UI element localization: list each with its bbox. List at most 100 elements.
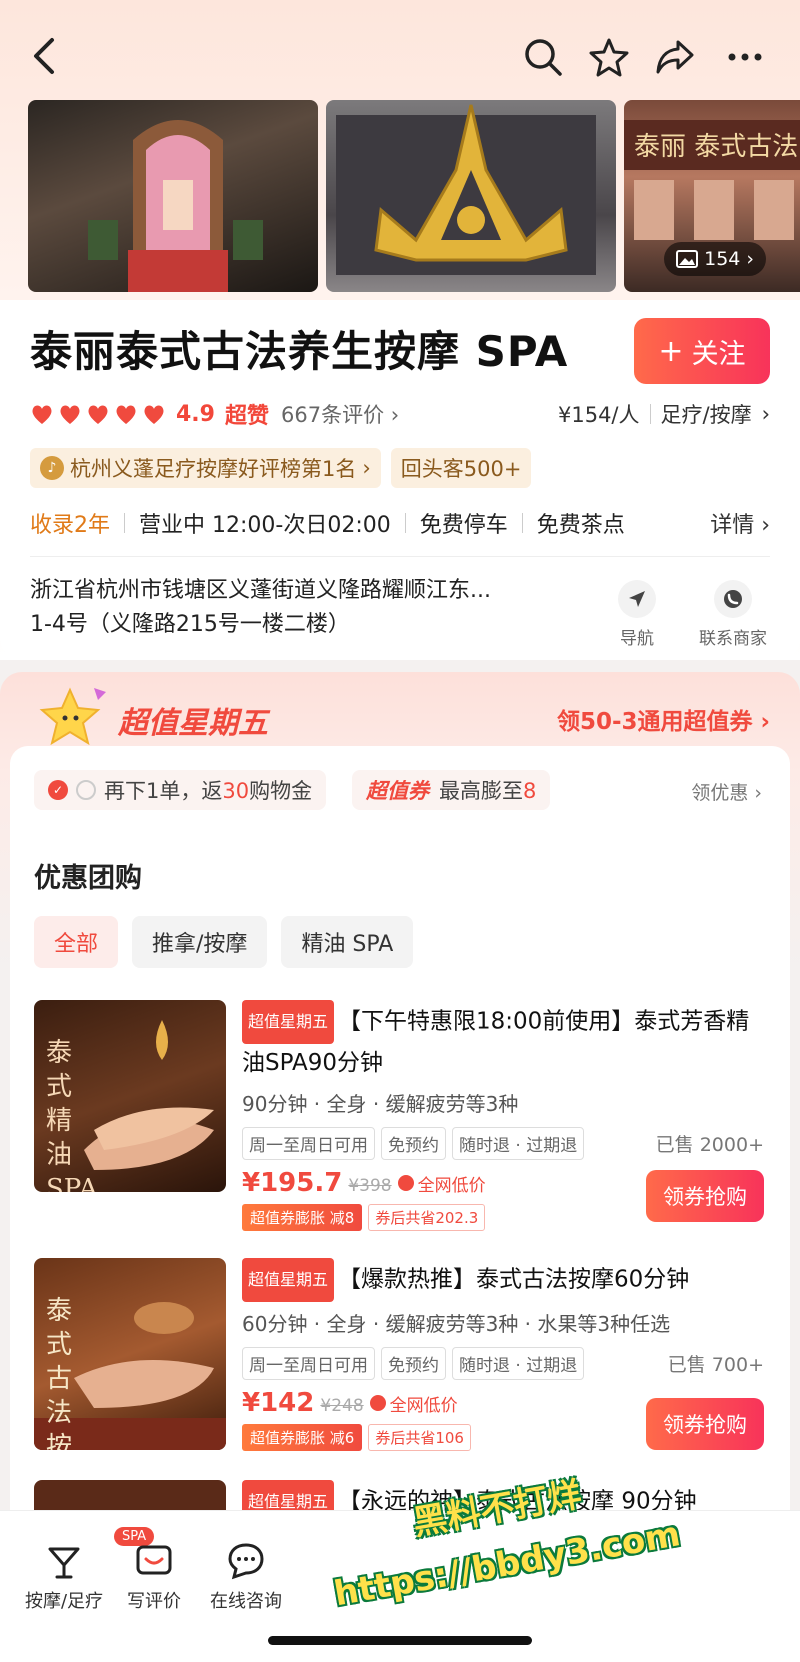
cashback-banner[interactable]: ✓ 再下1单，返30购物金 bbox=[34, 770, 327, 810]
share-icon[interactable] bbox=[654, 36, 696, 78]
cashback-suffix: 购物金 bbox=[249, 779, 313, 803]
rank-tag[interactable]: ♪ 杭州义蓬足疗按摩好评榜第1名 › bbox=[30, 448, 381, 488]
rating-hearts bbox=[30, 403, 166, 425]
heart-icon bbox=[32, 405, 52, 424]
navigate-button[interactable]: 导航 bbox=[592, 580, 682, 649]
circle-icon bbox=[76, 780, 96, 800]
deal-item[interactable]: 泰式精油SPA 超值星期五 【下午特惠限18:00前使用】泰式芳香精油SPA90分… bbox=[34, 1000, 764, 1231]
deal-price: ¥142 bbox=[242, 1388, 315, 1418]
price-category[interactable]: ¥154/人 足疗/按摩 › bbox=[558, 399, 770, 429]
plus-icon: + bbox=[658, 333, 684, 369]
photo-count-badge[interactable]: 154 › bbox=[664, 242, 766, 276]
navigation-icon bbox=[618, 580, 656, 618]
general-coupon-link[interactable]: 领50-3通用超值券 › bbox=[557, 702, 770, 736]
deal-title: 超值星期五 【爆款热推】泰式古法按摩60分钟 bbox=[242, 1258, 764, 1302]
address-line-1: 浙江省杭州市钱塘区义蓬街道义隆路耀顺江东... bbox=[30, 578, 491, 603]
rank-icon: ♪ bbox=[40, 456, 64, 480]
total-savings: 券后共省202.3 bbox=[368, 1204, 486, 1231]
super-coupon-amount: 8 bbox=[523, 779, 537, 803]
back-icon[interactable] bbox=[30, 36, 60, 76]
shop-tags: ♪ 杭州义蓬足疗按摩好评榜第1名 › 回头客500+ bbox=[30, 448, 532, 488]
coupon-boost-badge: 超值券膨胀 减6 bbox=[242, 1424, 363, 1451]
listed-years: 收录2年 bbox=[30, 513, 110, 538]
search-icon[interactable] bbox=[522, 36, 564, 78]
contact-merchant-button[interactable]: 联系商家 bbox=[688, 580, 778, 649]
total-savings: 券后共省106 bbox=[368, 1424, 471, 1451]
sold-count: 已售 700+ bbox=[667, 1354, 764, 1376]
deal-item[interactable]: 泰式古法按摩 超值星期五【爆款热推】泰式古法按摩60分钟 60分钟 · 全身 ·… bbox=[34, 1258, 764, 1458]
deal-tag: 随时退 · 过期退 bbox=[452, 1127, 585, 1160]
filter-massage[interactable]: 推拿/按摩 bbox=[132, 916, 268, 968]
write-review-tab[interactable]: 写评价 bbox=[104, 1541, 204, 1613]
more-icon[interactable] bbox=[724, 36, 766, 78]
online-consult-label: 在线咨询 bbox=[210, 1591, 282, 1612]
massage-foot-label: 按摩/足疗 bbox=[24, 1591, 104, 1612]
contact-label: 联系商家 bbox=[699, 629, 767, 649]
get-deal-link[interactable]: 领优惠 › bbox=[691, 778, 762, 805]
lowest-price-tag: 全网低价 bbox=[397, 1171, 486, 1196]
deals-title-text: 优惠团购 bbox=[34, 863, 142, 894]
deal-desc: 60分钟 · 全身 · 缓解疲劳等3种 · 水果等3种任选 bbox=[242, 1312, 671, 1336]
deal-tag: 随时退 · 过期退 bbox=[452, 1347, 585, 1380]
deal-title: 超值星期五 【下午特惠限18:00前使用】泰式芳香精油SPA90分钟 bbox=[242, 1000, 764, 1082]
super-coupon-banner[interactable]: 超值券 最高膨至8 bbox=[352, 770, 551, 810]
deal-tag: 周一至周日可用 bbox=[242, 1127, 375, 1160]
sold-count: 已售 2000+ bbox=[655, 1134, 764, 1156]
heart-icon bbox=[60, 405, 80, 424]
coupon-link-label: 领50-3通用超值券 bbox=[556, 709, 753, 735]
cocktail-icon: SPA bbox=[44, 1527, 155, 1581]
star-mascot-icon bbox=[39, 687, 106, 746]
star-icon[interactable] bbox=[588, 36, 630, 78]
super-coupon-logo: 超值券 bbox=[366, 779, 429, 803]
buy-button[interactable]: 领券抢购 bbox=[646, 1398, 764, 1450]
follow-button[interactable]: + 关注 bbox=[634, 318, 770, 384]
deal-image-text: 泰式精油SPA bbox=[46, 1038, 98, 1192]
coupon-boost-badge: 超值券膨胀 减8 bbox=[242, 1204, 363, 1231]
top-nav bbox=[0, 0, 800, 110]
buy-button[interactable]: 领券抢购 bbox=[646, 1170, 764, 1222]
divider bbox=[404, 513, 406, 533]
divider bbox=[124, 513, 125, 533]
heart-icon bbox=[88, 405, 108, 424]
reviews-link[interactable]: 667条评价 › bbox=[281, 399, 399, 429]
deal-price: ¥195.7 bbox=[242, 1168, 343, 1198]
details-label: 详情 bbox=[710, 513, 755, 538]
details-link[interactable]: 详情 › bbox=[710, 507, 770, 539]
filter-all[interactable]: 全部 bbox=[34, 916, 119, 968]
chevron-right-icon: › bbox=[761, 402, 770, 426]
divider bbox=[521, 513, 523, 533]
gallery-photo-entrance[interactable] bbox=[28, 100, 318, 292]
chevron-right-icon: › bbox=[362, 456, 371, 480]
rating-praise: 超赞 bbox=[224, 404, 269, 429]
rating-score: 4.9 bbox=[176, 401, 215, 427]
shop-address[interactable]: 浙江省杭州市钱塘区义蓬街道义隆路耀顺江东... 1-4号（义隆路215号一楼二楼… bbox=[30, 574, 580, 642]
return-customer-tag: 回头客500+ bbox=[390, 448, 532, 488]
check-icon: ✓ bbox=[48, 780, 68, 800]
return-tag-label: 回头客500+ bbox=[400, 457, 522, 481]
deal-tags: 周一至周日可用 免预约 随时退 · 过期退 已售 2000+ bbox=[242, 1127, 764, 1160]
heart-icon bbox=[144, 405, 164, 424]
chevron-right-icon: › bbox=[746, 248, 754, 270]
get-deal-label: 领优惠 bbox=[691, 782, 749, 804]
promo-title: 超值星期五 bbox=[118, 706, 268, 741]
massage-foot-tab[interactable]: SPA 按摩/足疗 bbox=[14, 1527, 155, 1613]
hours-row[interactable]: 收录2年 营业中 12:00-次日02:00 免费停车 免费茶点 详情 › bbox=[30, 505, 770, 541]
entrance-illustration bbox=[88, 120, 263, 292]
online-consult-tab[interactable]: 在线咨询 bbox=[196, 1541, 296, 1613]
photo-gallery[interactable]: 泰丽 泰式古法 154 › bbox=[28, 100, 800, 292]
chat-icon bbox=[226, 1541, 266, 1581]
follow-label: 关注 bbox=[691, 338, 746, 370]
gallery-photo-sign[interactable] bbox=[326, 100, 616, 292]
navigate-label: 导航 bbox=[620, 629, 654, 649]
divider bbox=[649, 404, 651, 424]
thai-ornament-illustration bbox=[336, 104, 596, 275]
storefront-sign: 泰丽 泰式古法 bbox=[634, 132, 798, 162]
lowest-price-tag: 全网低价 bbox=[369, 1391, 458, 1416]
deal-tag: 免预约 bbox=[381, 1347, 446, 1380]
friday-badge: 超值星期五 bbox=[242, 1000, 335, 1044]
lowest-price-label: 全网低价 bbox=[417, 1175, 486, 1196]
phone-icon bbox=[714, 580, 752, 618]
deal-desc: 90分钟 · 全身 · 缓解疲劳等3种 bbox=[242, 1092, 519, 1116]
rating-row: 4.9 超赞 667条评价 › ¥154/人 足疗/按摩 › bbox=[30, 398, 770, 430]
filter-oil-spa[interactable]: 精油 SPA bbox=[281, 916, 414, 968]
